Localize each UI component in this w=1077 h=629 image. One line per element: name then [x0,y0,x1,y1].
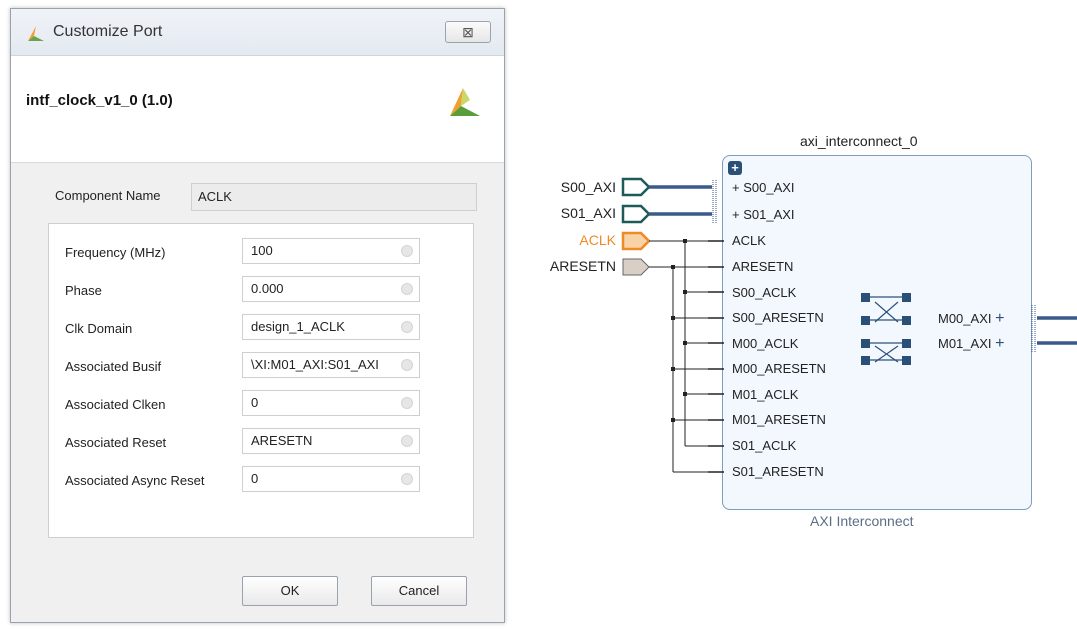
field-value: \XI:M01_AXI:S01_AXI [251,357,379,372]
vivado-logo-icon [448,84,482,123]
pin-m01-aresetn[interactable]: M01_ARESETN [732,412,826,427]
param-row-associated-busif: Associated Busif \XI:M01_AXI:S01_AXI [49,352,473,380]
param-row-phase: Phase 0.000 [49,276,473,304]
pin-aclk[interactable]: ACLK [732,233,766,248]
associated-async-reset-field[interactable]: 0 [242,466,420,492]
block-diagram-canvas[interactable]: axi_interconnect_0 + AXI Interconnect S0… [510,0,1077,629]
field-value: 0.000 [251,281,284,296]
reset-default-icon[interactable] [401,245,413,257]
param-label: Associated Async Reset [65,473,205,488]
field-value: 0 [251,395,259,410]
pin-s00-aclk[interactable]: S00_ACLK [732,285,796,300]
bus-plus-icon[interactable]: + [732,207,740,222]
customize-port-dialog: Customize Port ⊠ intf_clock_v1_0 (1.0) C… [10,8,505,623]
param-label: Phase [65,283,102,298]
ext-port-s01-axi-shape[interactable] [621,204,651,224]
close-button[interactable]: ⊠ [445,21,491,43]
pin-m01-axi[interactable]: M01_AXI + [938,335,1004,353]
reset-default-icon[interactable] [401,359,413,371]
dialog-body: Component Name ACLK Frequency (MHz) 100 … [11,163,504,622]
parameters-panel: Frequency (MHz) 100 Phase 0.000 Clk Doma… [48,223,474,538]
reset-default-icon[interactable] [401,473,413,485]
pin-s01-aresetn[interactable]: S01_ARESETN [732,464,824,479]
dialog-header: intf_clock_v1_0 (1.0) [11,56,504,163]
dialog-title: Customize Port [53,23,163,40]
reset-default-icon[interactable] [401,435,413,447]
component-name-field[interactable]: ACLK [191,183,477,211]
ok-button[interactable]: OK [242,576,338,606]
field-value: design_1_ACLK [251,319,345,334]
crossbar-icon [861,293,911,365]
bus-plus-icon[interactable]: + [732,180,740,195]
pin-m01-aclk[interactable]: M01_ACLK [732,387,798,402]
pin-s01-aclk[interactable]: S01_ACLK [732,438,796,453]
field-value: 100 [251,243,273,258]
reset-default-icon[interactable] [401,397,413,409]
pin-name: M00_AXI [938,311,992,326]
associated-clken-field[interactable]: 0 [242,390,420,416]
dialog-titlebar[interactable]: Customize Port ⊠ [11,9,504,56]
param-row-associated-clken: Associated Clken 0 [49,390,473,418]
param-label: Clk Domain [65,321,133,336]
param-row-frequency: Frequency (MHz) 100 [49,238,473,266]
param-row-clk-domain: Clk Domain design_1_ACLK [49,314,473,342]
bus-plus-icon[interactable]: + [995,335,1004,352]
component-name-row: Component Name ACLK [29,181,477,211]
pin-s00-aresetn[interactable]: S00_ARESETN [732,310,824,325]
param-label: Associated Clken [65,397,166,412]
associated-busif-field[interactable]: \XI:M01_AXI:S01_AXI [242,352,420,378]
clk-domain-field[interactable]: design_1_ACLK [242,314,420,340]
param-label: Associated Reset [65,435,167,450]
reset-default-icon[interactable] [401,283,413,295]
field-value: 0 [251,471,259,486]
param-row-associated-reset: Associated Reset ARESETN [49,428,473,456]
ip-title: intf_clock_v1_0 (1.0) [26,92,173,109]
pin-name: S01_AXI [743,207,795,222]
ext-port-aclk-shape[interactable] [621,231,651,251]
field-value: ARESETN [251,433,313,448]
param-label: Associated Busif [65,359,162,374]
pin-s01-axi[interactable]: + S01_AXI [732,207,795,222]
ext-port-s00-axi-shape[interactable] [621,177,651,197]
param-label: Frequency (MHz) [65,245,166,260]
pin-m00-axi[interactable]: M00_AXI + [938,310,1004,328]
pin-m00-aresetn[interactable]: M00_ARESETN [732,361,826,376]
reset-default-icon[interactable] [401,321,413,333]
pin-name: S00_AXI [743,180,795,195]
pin-s00-axi[interactable]: + S00_AXI [732,180,795,195]
component-name-label: Component Name [55,188,161,203]
phase-field[interactable]: 0.000 [242,276,420,302]
pin-m00-aclk[interactable]: M00_ACLK [732,336,798,351]
ext-port-aresetn-shape[interactable] [622,258,650,276]
cancel-button[interactable]: Cancel [371,576,467,606]
frequency-field[interactable]: 100 [242,238,420,264]
vivado-app-icon [27,24,45,47]
pin-aresetn[interactable]: ARESETN [732,259,793,274]
pin-name: M01_AXI [938,336,992,351]
param-row-associated-async-reset: Associated Async Reset 0 [49,466,473,494]
associated-reset-field[interactable]: ARESETN [242,428,420,454]
close-icon: ⊠ [462,24,474,40]
bus-plus-icon[interactable]: + [995,310,1004,327]
